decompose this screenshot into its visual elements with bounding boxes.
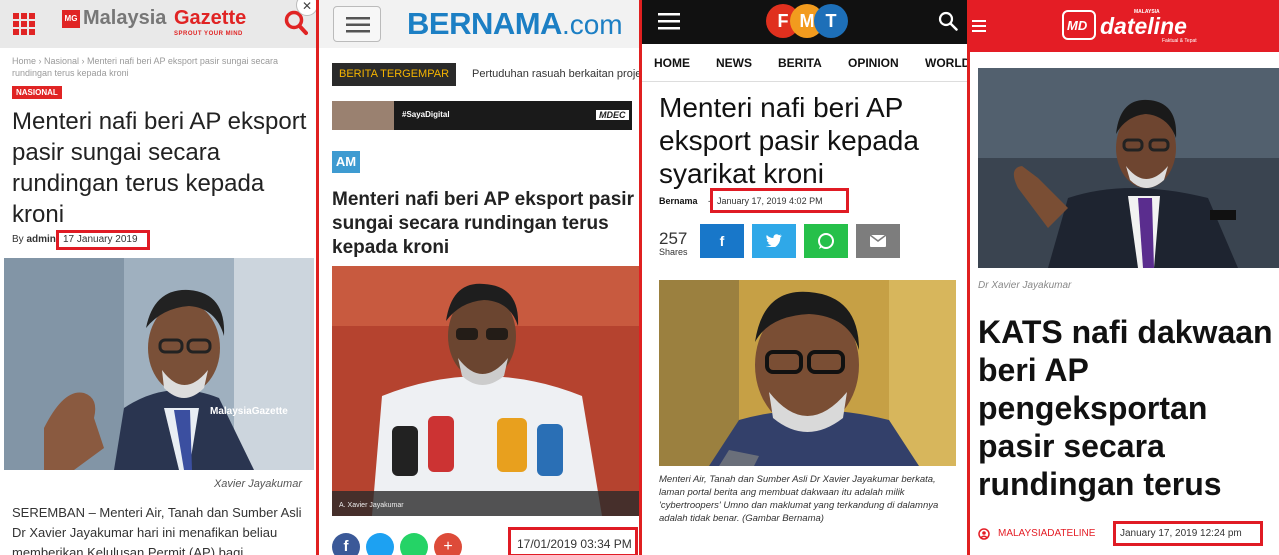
nav-item-home[interactable]: HOME — [654, 56, 690, 70]
photo-caption: Dr Xavier Jayakumar — [978, 280, 1072, 291]
article-photo — [978, 68, 1279, 268]
photo-watermark: MalaysiaGazette — [210, 406, 288, 417]
twitter-share-button[interactable] — [366, 533, 394, 555]
nav-item-news[interactable]: NEWS — [716, 56, 752, 70]
section-badge[interactable]: AM — [332, 151, 360, 173]
breaking-news-ticker[interactable]: BERITA TERGEMPAR Pertuduhan rasuah berka… — [332, 63, 639, 86]
hamburger-icon[interactable] — [972, 20, 986, 32]
fmt-logo-t: T — [814, 4, 848, 38]
search-icon[interactable] — [938, 11, 958, 31]
fmt-logo[interactable]: F M T — [766, 4, 850, 38]
bernama-header: BERNAMA.com — [319, 0, 639, 48]
dateline-logo-main: dateline — [1100, 13, 1187, 39]
bernama-logo-main: BERNAMA — [407, 6, 562, 41]
article-photo — [332, 266, 639, 516]
photo-caption: Menteri Air, Tanah dan Sumber Asli Dr Xa… — [659, 474, 939, 524]
category-badge[interactable]: NASIONAL — [12, 86, 62, 99]
dateline-header: MD MALAYSIA dateline Faktual & Tepat — [970, 0, 1279, 52]
fmt-panel: F M T HOME NEWS BERITA OPINION WORLD Men… — [642, 0, 967, 555]
whatsapp-share-button[interactable] — [400, 533, 428, 555]
dateline-logo-badge: MD — [1062, 10, 1096, 40]
share-buttons: f + — [332, 533, 462, 555]
date-highlight-box — [508, 527, 638, 555]
gazette-logo[interactable]: MG Malaysia Gazette SPROUT YOUR MIND — [62, 7, 262, 43]
gazette-header: MG Malaysia Gazette SPROUT YOUR MIND ✕ — [0, 0, 316, 48]
date-highlight-box — [56, 230, 150, 250]
date-highlight-box — [710, 188, 849, 213]
gazette-logo-main: Gazette — [174, 7, 247, 29]
fmt-header: F M T — [642, 0, 967, 44]
ad-banner[interactable]: #SayaDigital MDEC — [332, 101, 632, 130]
user-icon — [978, 528, 990, 540]
article-headline: KATS nafi dakwaan beri AP pengeksportan … — [978, 314, 1273, 502]
email-icon — [870, 235, 886, 247]
bernama-logo[interactable]: BERNAMA.com — [407, 6, 623, 42]
nav-item-opinion[interactable]: OPINION — [848, 56, 899, 70]
ad-photo — [332, 101, 394, 130]
dateline-logo[interactable]: MD MALAYSIA dateline Faktual & Tepat — [1062, 8, 1202, 46]
dateline-logo-bottom: Faktual & Tepat — [1162, 38, 1197, 44]
article-headline: Menteri nafi beri AP eksport pasir sunga… — [12, 108, 307, 228]
grid-menu-icon[interactable] — [13, 13, 35, 35]
byline: By admin — [12, 234, 56, 245]
hamburger-icon[interactable] — [658, 13, 680, 30]
gazette-tagline: SPROUT YOUR MIND — [174, 31, 243, 37]
malaysia-dateline-panel: MD MALAYSIA dateline Faktual & Tepat Dr … — [970, 0, 1279, 555]
ad-text: #SayaDigital — [402, 110, 450, 119]
breaking-news-label: BERITA TERGEMPAR — [332, 63, 457, 86]
email-share-button[interactable] — [856, 224, 900, 258]
twitter-icon — [766, 234, 782, 247]
nav-item-berita[interactable]: BERITA — [778, 56, 822, 70]
breadcrumb[interactable]: Home › Nasional › Menteri nafi beri AP e… — [12, 55, 304, 79]
article-headline: Menteri nafi beri AP eksport pasir sunga… — [332, 189, 634, 258]
ad-brand: MDEC — [596, 110, 629, 120]
bernama-logo-suffix: .com — [561, 9, 623, 40]
gazette-logo-prefix: Malaysia — [83, 7, 167, 29]
google-plus-share-button[interactable]: + — [434, 533, 462, 555]
bernama-panel: BERNAMA.com BERITA TERGEMPAR Pertuduhan … — [319, 0, 639, 555]
malaysia-gazette-panel: MG Malaysia Gazette SPROUT YOUR MIND ✕ H… — [0, 0, 316, 555]
article-body: SEREMBAN – Menteri Air, Tanah dan Sumber… — [12, 505, 302, 555]
share-count-label: Shares — [659, 247, 688, 257]
whatsapp-icon — [818, 233, 834, 249]
source-link[interactable]: MALAYSIADATELINE — [998, 528, 1095, 539]
hamburger-icon — [346, 17, 370, 33]
share-count: 257 — [659, 229, 688, 248]
author-link[interactable]: Bernama — [659, 196, 698, 206]
fmt-nav-bar: HOME NEWS BERITA OPINION WORLD — [642, 44, 967, 82]
facebook-share-button[interactable]: f — [700, 224, 744, 258]
photo-caption: Xavier Jayakumar — [213, 478, 302, 490]
twitter-share-button[interactable] — [752, 224, 796, 258]
hamburger-menu-button[interactable] — [333, 6, 381, 42]
dateline-logo-badge-text: MD — [1067, 18, 1088, 33]
photo-caption: A. Xavier Jayakumar — [339, 502, 404, 509]
facebook-icon: f — [719, 233, 725, 249]
author-link[interactable]: admin — [26, 234, 55, 245]
facebook-share-button[interactable]: f — [332, 533, 360, 555]
article-photo — [659, 280, 956, 466]
article-photo: MalaysiaGazette — [4, 258, 314, 470]
article-headline: Menteri nafi beri AP eksport pasir kepad… — [659, 92, 919, 189]
gazette-logo-badge: MG — [62, 10, 80, 28]
by-prefix: By — [12, 234, 24, 245]
whatsapp-share-button[interactable] — [804, 224, 848, 258]
date-highlight-box — [1113, 521, 1263, 546]
breaking-news-text[interactable]: Pertuduhan rasuah berkaitan projek — [472, 68, 639, 80]
nav-item-world[interactable]: WORLD — [925, 56, 967, 70]
